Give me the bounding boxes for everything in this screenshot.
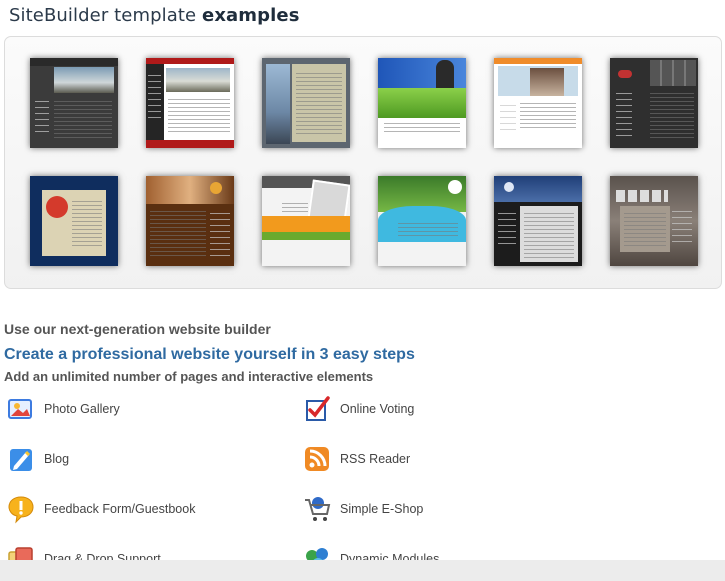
template-thumb-1[interactable] <box>30 58 118 148</box>
feature-label: Feedback Form/Guestbook <box>44 502 196 516</box>
template-thumb-12[interactable] <box>610 176 698 266</box>
shopping-cart-icon <box>305 497 331 521</box>
photo-gallery-icon <box>8 399 32 419</box>
template-thumb-5[interactable] <box>494 58 582 148</box>
template-thumb-6[interactable] <box>610 58 698 148</box>
feedback-icon <box>8 496 34 524</box>
feature-feedback-form[interactable]: Feedback Form/Guestbook <box>6 494 195 524</box>
feature-label: Blog <box>44 452 70 466</box>
feature-online-voting[interactable]: Online Voting <box>302 394 414 424</box>
template-thumb-10[interactable] <box>378 176 466 266</box>
feature-label: Online Voting <box>340 402 415 416</box>
template-gallery <box>4 36 722 289</box>
page-title: SiteBuilder template examples <box>9 5 300 26</box>
blog-icon <box>10 449 32 471</box>
feature-blog[interactable]: Blog <box>6 444 69 474</box>
feature-label: Simple E-Shop <box>340 502 424 516</box>
feature-label: RSS Reader <box>340 452 411 466</box>
feature-photo-gallery[interactable]: Photo Gallery <box>6 394 120 424</box>
template-thumb-8[interactable] <box>146 176 234 266</box>
intro-subheading: Add an unlimited number of pages and int… <box>4 369 374 384</box>
template-thumb-9[interactable] <box>262 176 350 266</box>
page-bottom-bar <box>0 560 725 581</box>
online-voting-icon <box>306 396 330 421</box>
template-thumb-4[interactable] <box>378 58 466 148</box>
feature-label: Photo Gallery <box>44 402 120 416</box>
template-thumb-3[interactable] <box>262 58 350 148</box>
feature-rss-reader[interactable]: RSS Reader <box>302 444 410 474</box>
feature-simple-eshop[interactable]: Simple E-Shop <box>302 494 423 524</box>
intro-headline: Create a professional website yourself i… <box>4 346 415 363</box>
template-thumb-7[interactable] <box>30 176 118 266</box>
template-thumb-2[interactable] <box>146 58 234 148</box>
rss-icon <box>305 447 329 471</box>
intro-heading: Use our next-generation website builder <box>4 321 271 337</box>
template-thumb-11[interactable] <box>494 176 582 266</box>
